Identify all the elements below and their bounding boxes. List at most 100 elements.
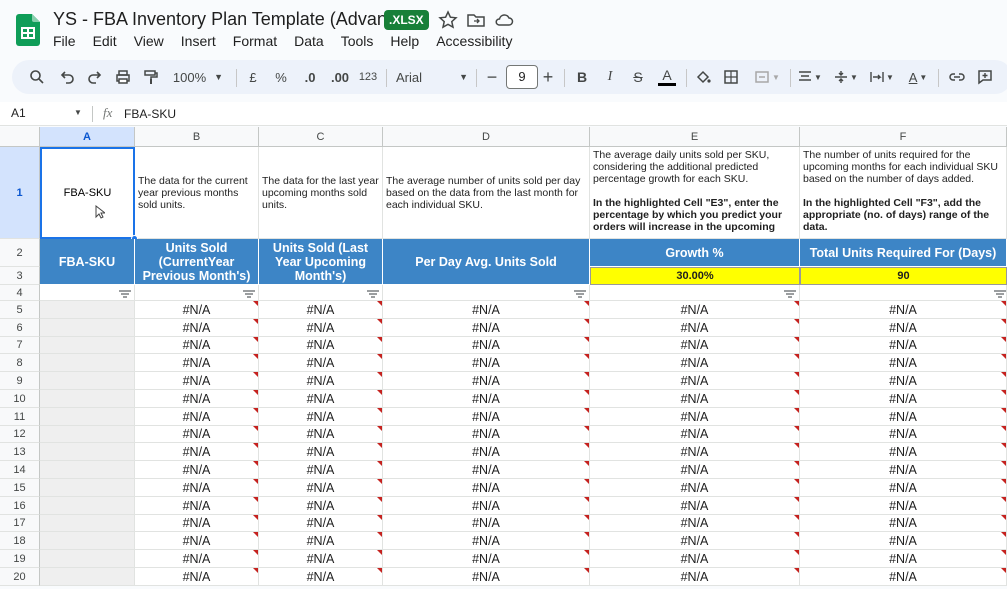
cell-b15[interactable]: #N/A (135, 479, 259, 497)
error-indicator-icon[interactable] (794, 408, 799, 413)
cell-c12[interactable]: #N/A (259, 426, 383, 443)
error-indicator-icon[interactable] (253, 390, 258, 395)
cell-b13[interactable]: #N/A (135, 443, 259, 461)
cell-d17[interactable]: #N/A (383, 515, 590, 532)
error-indicator-icon[interactable] (794, 443, 799, 448)
error-indicator-icon[interactable] (253, 515, 258, 520)
error-indicator-icon[interactable] (794, 426, 799, 431)
error-indicator-icon[interactable] (584, 550, 589, 555)
error-indicator-icon[interactable] (377, 426, 382, 431)
error-indicator-icon[interactable] (253, 479, 258, 484)
error-indicator-icon[interactable] (794, 568, 799, 573)
cell-b14[interactable]: #N/A (135, 461, 259, 479)
filter-icon[interactable] (119, 290, 131, 298)
italic-button[interactable]: I (602, 60, 618, 94)
cell-d13[interactable]: #N/A (383, 443, 590, 461)
error-indicator-icon[interactable] (794, 461, 799, 466)
error-indicator-icon[interactable] (794, 301, 799, 306)
paint-format-button[interactable] (140, 60, 162, 94)
filter-icon[interactable] (367, 290, 379, 298)
error-indicator-icon[interactable] (584, 390, 589, 395)
error-indicator-icon[interactable] (253, 319, 258, 324)
error-indicator-icon[interactable] (377, 408, 382, 413)
error-indicator-icon[interactable] (1001, 550, 1006, 555)
error-indicator-icon[interactable] (253, 372, 258, 377)
cell-b16[interactable]: #N/A (135, 497, 259, 515)
cell-b5[interactable]: #N/A (135, 301, 259, 319)
row-header-18[interactable]: 18 (0, 532, 40, 550)
error-indicator-icon[interactable] (584, 479, 589, 484)
header-fba-sku[interactable]: FBA-SKU (40, 239, 135, 285)
move-folder-icon[interactable] (466, 10, 486, 30)
error-indicator-icon[interactable] (584, 319, 589, 324)
cell-f17[interactable]: #N/A (800, 515, 1007, 532)
error-indicator-icon[interactable] (377, 550, 382, 555)
cell-c15[interactable]: #N/A (259, 479, 383, 497)
cell-f19[interactable]: #N/A (800, 550, 1007, 568)
error-indicator-icon[interactable] (584, 337, 589, 342)
cell-c8[interactable]: #N/A (259, 354, 383, 372)
column-header-e[interactable]: E (590, 127, 800, 147)
cell-c1[interactable]: The data for the last year upcoming mont… (259, 147, 383, 239)
column-header-f[interactable]: F (800, 127, 1007, 147)
cell-e12[interactable]: #N/A (590, 426, 800, 443)
cell-b4[interactable] (135, 285, 259, 301)
more-formats-button[interactable]: 123 (356, 60, 380, 94)
cell-b17[interactable]: #N/A (135, 515, 259, 532)
error-indicator-icon[interactable] (584, 532, 589, 537)
error-indicator-icon[interactable] (253, 426, 258, 431)
bold-button[interactable]: B (574, 60, 590, 94)
decrease-font-size-button[interactable]: − (484, 60, 500, 94)
cell-f1[interactable]: The number of units required for the upc… (800, 147, 1007, 239)
error-indicator-icon[interactable] (377, 568, 382, 573)
row-header-2[interactable]: 2 (0, 239, 40, 267)
cell-f12[interactable]: #N/A (800, 426, 1007, 443)
error-indicator-icon[interactable] (1001, 443, 1006, 448)
error-indicator-icon[interactable] (253, 354, 258, 359)
cell-d4[interactable] (383, 285, 590, 301)
cell-d6[interactable]: #N/A (383, 319, 590, 337)
cell-e14[interactable]: #N/A (590, 461, 800, 479)
error-indicator-icon[interactable] (253, 408, 258, 413)
row-header-7[interactable]: 7 (0, 337, 40, 354)
row-header-4[interactable]: 4 (0, 285, 40, 301)
header-units-sold-current[interactable]: Units Sold (CurrentYear Previous Month's… (135, 239, 259, 285)
cell-a12[interactable] (40, 426, 135, 443)
cell-e15[interactable]: #N/A (590, 479, 800, 497)
select-all-corner[interactable] (0, 127, 40, 147)
cell-d18[interactable]: #N/A (383, 532, 590, 550)
error-indicator-icon[interactable] (1001, 354, 1006, 359)
font-size-input[interactable]: 9 (506, 65, 538, 89)
cell-e1[interactable]: The average daily units sold per SKU, co… (590, 147, 800, 239)
cell-d20[interactable]: #N/A (383, 568, 590, 586)
error-indicator-icon[interactable] (794, 515, 799, 520)
row-header-9[interactable]: 9 (0, 372, 40, 390)
cell-e5[interactable]: #N/A (590, 301, 800, 319)
error-indicator-icon[interactable] (794, 337, 799, 342)
error-indicator-icon[interactable] (584, 301, 589, 306)
cell-a15[interactable] (40, 479, 135, 497)
error-indicator-icon[interactable] (253, 550, 258, 555)
menu-tools[interactable]: Tools (341, 33, 374, 49)
cell-f10[interactable]: #N/A (800, 390, 1007, 408)
cell-e19[interactable]: #N/A (590, 550, 800, 568)
error-indicator-icon[interactable] (377, 390, 382, 395)
error-indicator-icon[interactable] (377, 337, 382, 342)
error-indicator-icon[interactable] (253, 443, 258, 448)
cell-e18[interactable]: #N/A (590, 532, 800, 550)
cell-b6[interactable]: #N/A (135, 319, 259, 337)
cell-e10[interactable]: #N/A (590, 390, 800, 408)
cell-c4[interactable] (259, 285, 383, 301)
error-indicator-icon[interactable] (794, 354, 799, 359)
cell-a17[interactable] (40, 515, 135, 532)
error-indicator-icon[interactable] (1001, 390, 1006, 395)
insert-link-button[interactable] (946, 60, 968, 94)
cell-c18[interactable]: #N/A (259, 532, 383, 550)
vertical-align-button[interactable]: ▼ (832, 60, 860, 94)
cell-f14[interactable]: #N/A (800, 461, 1007, 479)
cell-e17[interactable]: #N/A (590, 515, 800, 532)
cell-f5[interactable]: #N/A (800, 301, 1007, 319)
error-indicator-icon[interactable] (794, 319, 799, 324)
cell-e6[interactable]: #N/A (590, 319, 800, 337)
error-indicator-icon[interactable] (1001, 372, 1006, 377)
